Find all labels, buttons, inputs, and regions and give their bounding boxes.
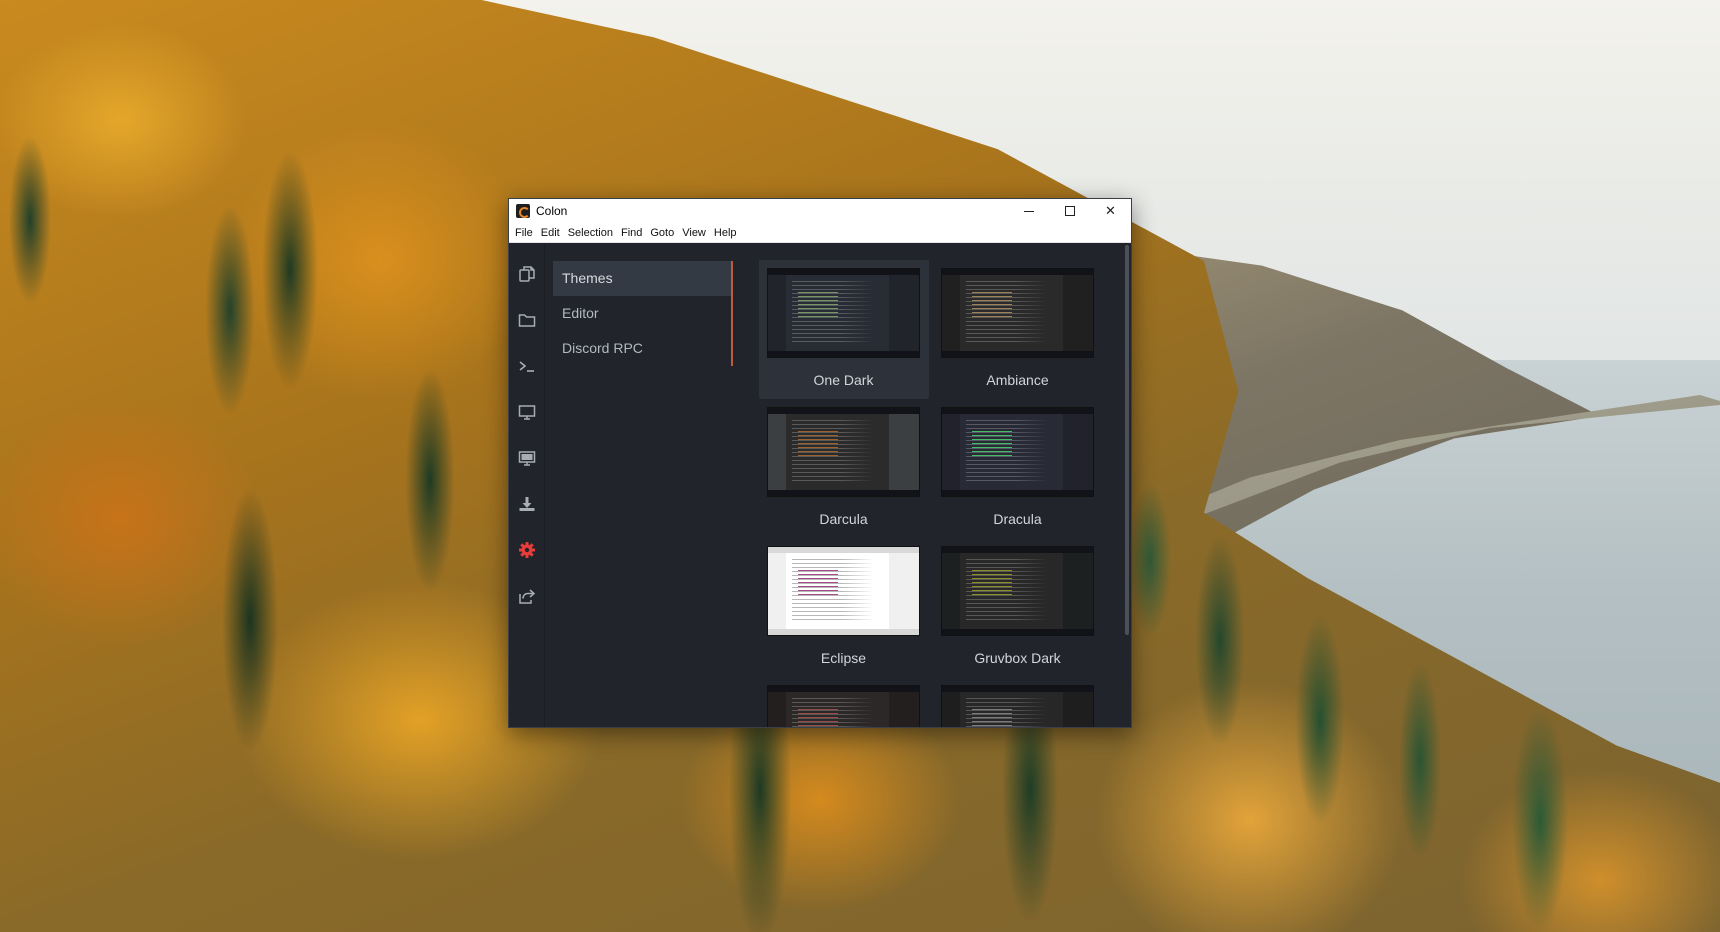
activity-settings-button[interactable] — [509, 527, 545, 573]
menu-view[interactable]: View — [681, 227, 711, 239]
display-icon — [518, 451, 535, 466]
copy-files-icon — [518, 266, 535, 282]
theme-preview-syntax-accent — [972, 289, 1012, 319]
theme-preview-side-strip — [942, 275, 960, 351]
theme-preview-side-strip — [768, 692, 786, 727]
theme-gallery-scrollbar[interactable] — [1125, 245, 1129, 635]
theme-preview-syntax-accent — [972, 706, 1012, 727]
menu-goto[interactable]: Goto — [649, 227, 679, 239]
theme-preview — [767, 546, 920, 636]
theme-preview-bot-strip — [942, 351, 1093, 357]
gear-icon — [518, 542, 535, 558]
theme-preview — [941, 407, 1094, 497]
title-bar[interactable]: Colon ✕ — [509, 199, 1131, 223]
theme-card-gruvbox-dark[interactable]: Gruvbox Dark — [933, 538, 1103, 677]
theme-preview-bot-strip — [768, 351, 919, 357]
theme-preview-right-strip — [1063, 553, 1093, 629]
settings-nav-panel: Themes Editor Discord RPC — [545, 243, 743, 727]
close-icon: ✕ — [1105, 203, 1116, 218]
app-logo-icon — [516, 204, 530, 218]
menu-selection[interactable]: Selection — [567, 227, 618, 239]
activity-folder-button[interactable] — [509, 297, 545, 343]
theme-preview-syntax-accent — [798, 428, 838, 458]
download-icon — [519, 497, 534, 511]
activity-download-button[interactable] — [509, 481, 545, 527]
monitor-icon — [518, 405, 535, 420]
theme-preview-right-strip — [1063, 692, 1093, 727]
activity-monitor-button[interactable] — [509, 389, 545, 435]
menu-find[interactable]: Find — [620, 227, 647, 239]
theme-grid: One Dark Ambiance Darcula Dracula Eclips… — [759, 260, 1131, 727]
folder-icon — [518, 314, 535, 327]
minimize-icon — [1023, 210, 1034, 212]
close-button[interactable]: ✕ — [1090, 199, 1131, 223]
activity-display-button[interactable] — [509, 435, 545, 481]
nav-item-themes[interactable]: Themes — [553, 261, 731, 296]
theme-preview-syntax-accent — [798, 706, 838, 727]
theme-preview-side-strip — [768, 275, 786, 351]
theme-preview-side-strip — [942, 553, 960, 629]
window-body: Themes Editor Discord RPC One Dark Ambia… — [509, 243, 1131, 727]
theme-card-eclipse[interactable]: Eclipse — [759, 538, 929, 677]
theme-name: Eclipse — [820, 650, 867, 666]
share-icon — [518, 589, 535, 604]
theme-preview-right-strip — [889, 692, 919, 727]
theme-preview-side-strip — [768, 553, 786, 629]
theme-preview-right-strip — [889, 414, 919, 490]
settings-nav-list: Themes Editor Discord RPC — [553, 261, 733, 366]
theme-preview-right-strip — [1063, 414, 1093, 490]
theme-preview — [767, 268, 920, 358]
theme-card-darcula[interactable]: Darcula — [759, 399, 929, 538]
theme-preview-bot-strip — [942, 490, 1093, 496]
theme-preview — [767, 685, 920, 727]
theme-gallery: One Dark Ambiance Darcula Dracula Eclips… — [743, 243, 1131, 727]
terminal-icon — [519, 361, 534, 372]
nav-item-discord-rpc[interactable]: Discord RPC — [553, 331, 731, 366]
theme-preview — [941, 685, 1094, 727]
theme-preview-syntax-accent — [972, 428, 1012, 458]
window-title: Colon — [536, 204, 568, 218]
app-window: Colon ✕ File Edit Selection Find Goto Vi… — [508, 198, 1132, 728]
theme-name: Gruvbox Dark — [974, 650, 1061, 666]
theme-name: Dracula — [993, 511, 1042, 527]
theme-preview — [941, 546, 1094, 636]
maximize-icon — [1064, 206, 1075, 216]
menu-bar: File Edit Selection Find Goto View Help — [509, 223, 1131, 243]
menu-edit[interactable]: Edit — [540, 227, 565, 239]
theme-preview-syntax-accent — [972, 567, 1012, 597]
theme-preview-bot-strip — [768, 490, 919, 496]
theme-card-dracula[interactable]: Dracula — [933, 399, 1103, 538]
theme-card-one-dark[interactable]: One Dark — [759, 260, 929, 399]
theme-preview-right-strip — [1063, 275, 1093, 351]
activity-bar — [509, 243, 545, 727]
maximize-button[interactable] — [1049, 199, 1090, 223]
theme-preview-right-strip — [889, 553, 919, 629]
theme-preview-bot-strip — [942, 629, 1093, 635]
theme-name: One Dark — [813, 372, 874, 388]
theme-preview-side-strip — [768, 414, 786, 490]
theme-preview — [767, 407, 920, 497]
activity-explorer-button[interactable] — [509, 251, 545, 297]
theme-preview-syntax-accent — [798, 567, 838, 597]
theme-card-ambiance[interactable]: Ambiance — [933, 260, 1103, 399]
menu-file[interactable]: File — [514, 227, 538, 239]
activity-terminal-button[interactable] — [509, 343, 545, 389]
theme-preview-side-strip — [942, 414, 960, 490]
theme-card-partial-2[interactable] — [933, 677, 1103, 727]
theme-preview — [941, 268, 1094, 358]
theme-name: Ambiance — [986, 372, 1049, 388]
theme-preview-side-strip — [942, 692, 960, 727]
theme-card-partial-1[interactable] — [759, 677, 929, 727]
menu-help[interactable]: Help — [713, 227, 742, 239]
theme-name: Darcula — [819, 511, 868, 527]
minimize-button[interactable] — [1008, 199, 1049, 223]
nav-item-editor[interactable]: Editor — [553, 296, 731, 331]
theme-preview-syntax-accent — [798, 289, 838, 319]
theme-preview-bot-strip — [768, 629, 919, 635]
activity-share-button[interactable] — [509, 573, 545, 619]
theme-preview-right-strip — [889, 275, 919, 351]
